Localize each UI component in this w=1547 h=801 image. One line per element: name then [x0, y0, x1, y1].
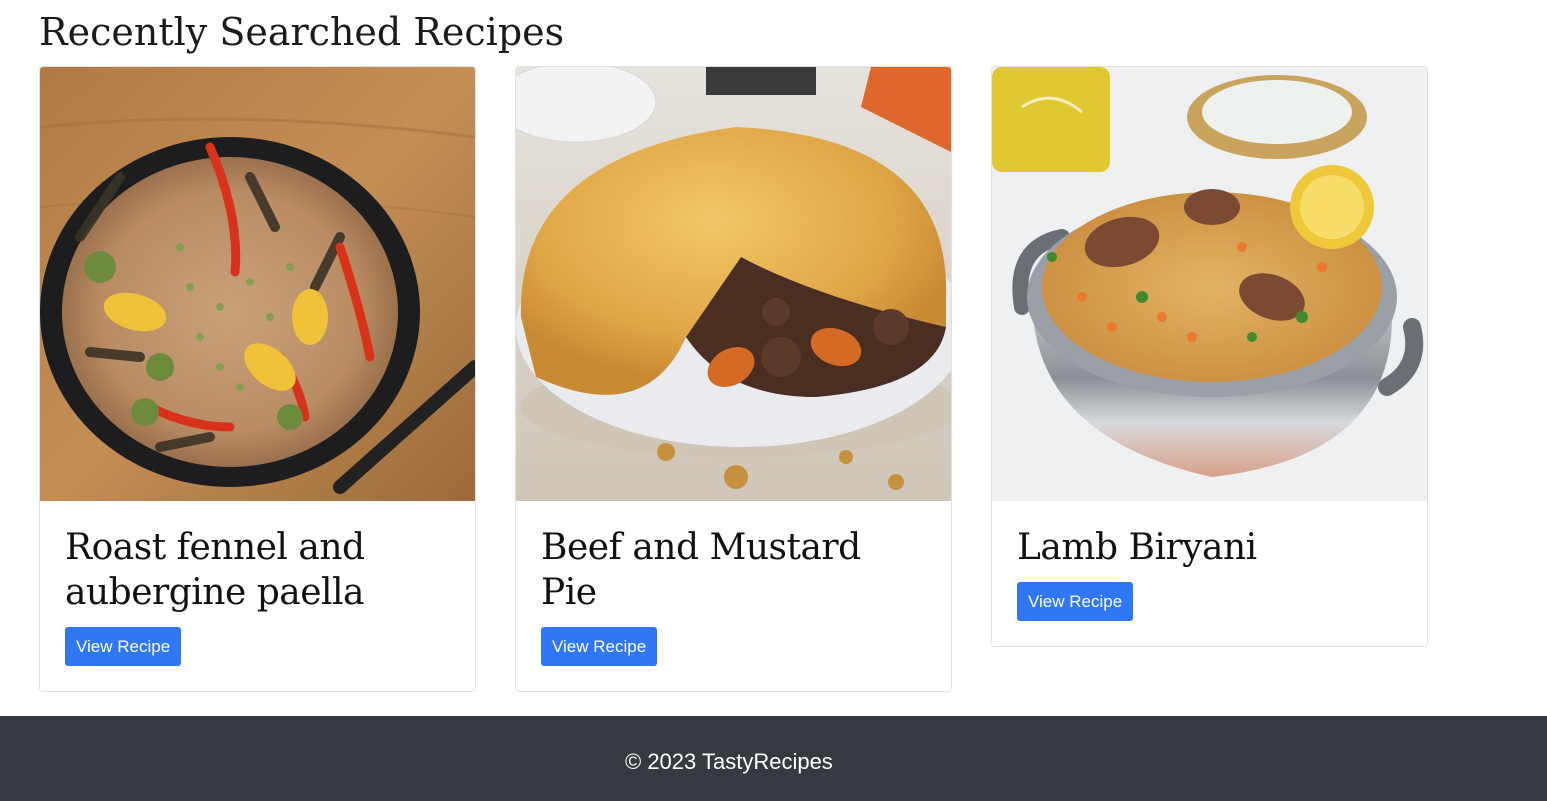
section-title: Recently Searched Recipes: [39, 10, 565, 54]
view-recipe-button[interactable]: View Recipe: [1017, 582, 1134, 621]
recipe-card: Roast fennel and aubergine paella View R…: [39, 66, 476, 692]
recipe-image-paella[interactable]: [40, 67, 475, 501]
footer: © 2023 TastyRecipes: [0, 716, 1547, 801]
recipe-title: Roast fennel and aubergine paella: [65, 527, 365, 613]
view-recipe-button[interactable]: View Recipe: [65, 627, 182, 666]
paella-photo: [40, 67, 475, 501]
recipe-image-beef-pie[interactable]: [516, 67, 951, 501]
recipe-title: Lamb Biryani: [1017, 527, 1257, 568]
recipe-image-lamb-biryani[interactable]: [992, 67, 1427, 501]
biryani-photo: [992, 67, 1427, 501]
view-recipe-button[interactable]: View Recipe: [541, 627, 658, 666]
recipe-card: Beef and Mustard Pie View Recipe: [515, 66, 952, 692]
pie-photo: [516, 67, 951, 501]
recipe-card-list: Roast fennel and aubergine paella View R…: [39, 66, 1428, 692]
recipe-title: Beef and Mustard Pie: [541, 527, 861, 613]
footer-copyright: © 2023 TastyRecipes: [625, 749, 833, 774]
recipe-card-body: Beef and Mustard Pie View Recipe: [516, 501, 951, 691]
recipe-card-body: Roast fennel and aubergine paella View R…: [40, 501, 475, 691]
recipe-card-body: Lamb Biryani View Recipe: [992, 501, 1427, 646]
recipe-card: Lamb Biryani View Recipe: [991, 66, 1428, 647]
